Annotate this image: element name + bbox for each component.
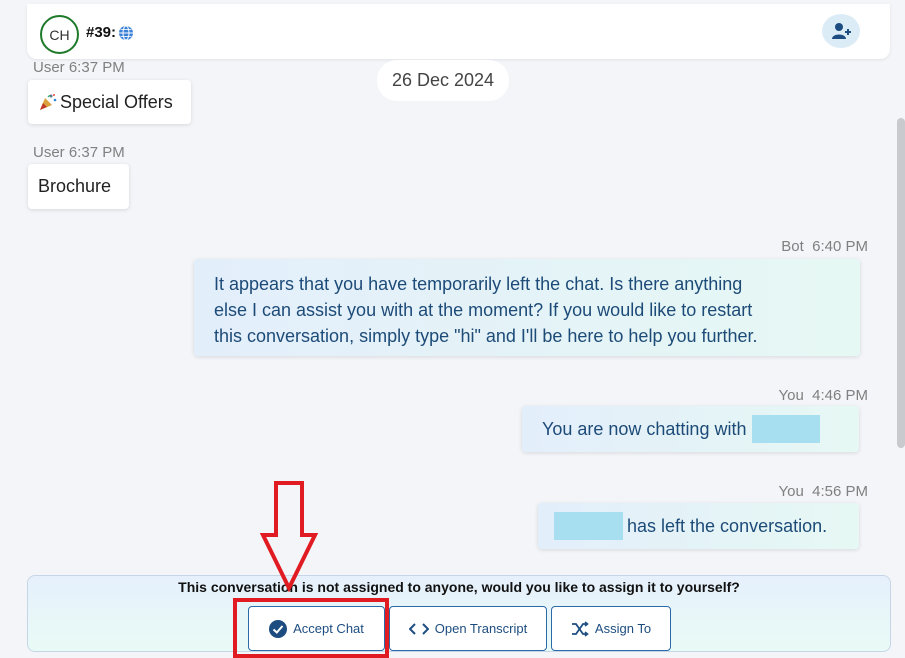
redacted-name [752,415,821,443]
assignment-message: This conversation is not assigned to any… [178,579,740,595]
message-bubble: It appears that you have temporarily lef… [194,259,860,356]
add-user-button[interactable] [822,14,860,48]
assignment-bar: This conversation is not assigned to any… [27,575,891,652]
globe-icon [119,25,134,40]
message-meta: User 6:37 PM [33,59,125,76]
chat-header: CH #39: [27,4,890,59]
user-plus-icon [832,23,851,39]
message-bubble: has left the conversation. [538,503,859,549]
message-text: Special Offers [60,91,173,112]
open-transcript-label: Open Transcript [434,621,528,636]
message-bubble: You are now chatting with [522,406,859,452]
assign-to-button[interactable]: Assign To [551,606,671,651]
message-line: It appears that you have temporarily lef… [214,274,743,294]
message-meta: You 4:46 PM [778,387,868,404]
shuffle-icon [571,620,589,637]
assign-to-label: Assign To [594,621,652,636]
scrollbar[interactable] [897,118,905,448]
message-meta: Bot 6:40 PM [781,238,868,255]
message-text: You are now chatting with [542,418,747,439]
down-arrow-annotation [259,481,319,592]
message-meta: User 6:37 PM [33,144,125,161]
redacted-name [554,512,623,540]
code-icon [408,622,429,635]
message-text: has left the conversation. [627,515,828,536]
avatar[interactable]: CH [40,15,79,54]
message-bubble: Special Offers [28,80,191,124]
conversation-id-label: #39: [86,24,117,41]
message-line: else I can assist you with at the moment… [214,300,753,320]
message-meta: You 4:56 PM [778,483,868,500]
conversation-id: #39: [86,24,134,41]
date-separator: 26 Dec 2024 [377,60,509,101]
highlight-box-annotation [233,598,389,658]
open-transcript-button[interactable]: Open Transcript [389,606,547,651]
message-text: Brochure [38,176,112,196]
message-bubble: Brochure [28,164,129,209]
message-line: this conversation, simply type "hi" and … [214,326,758,346]
party-popper-icon [40,94,57,110]
